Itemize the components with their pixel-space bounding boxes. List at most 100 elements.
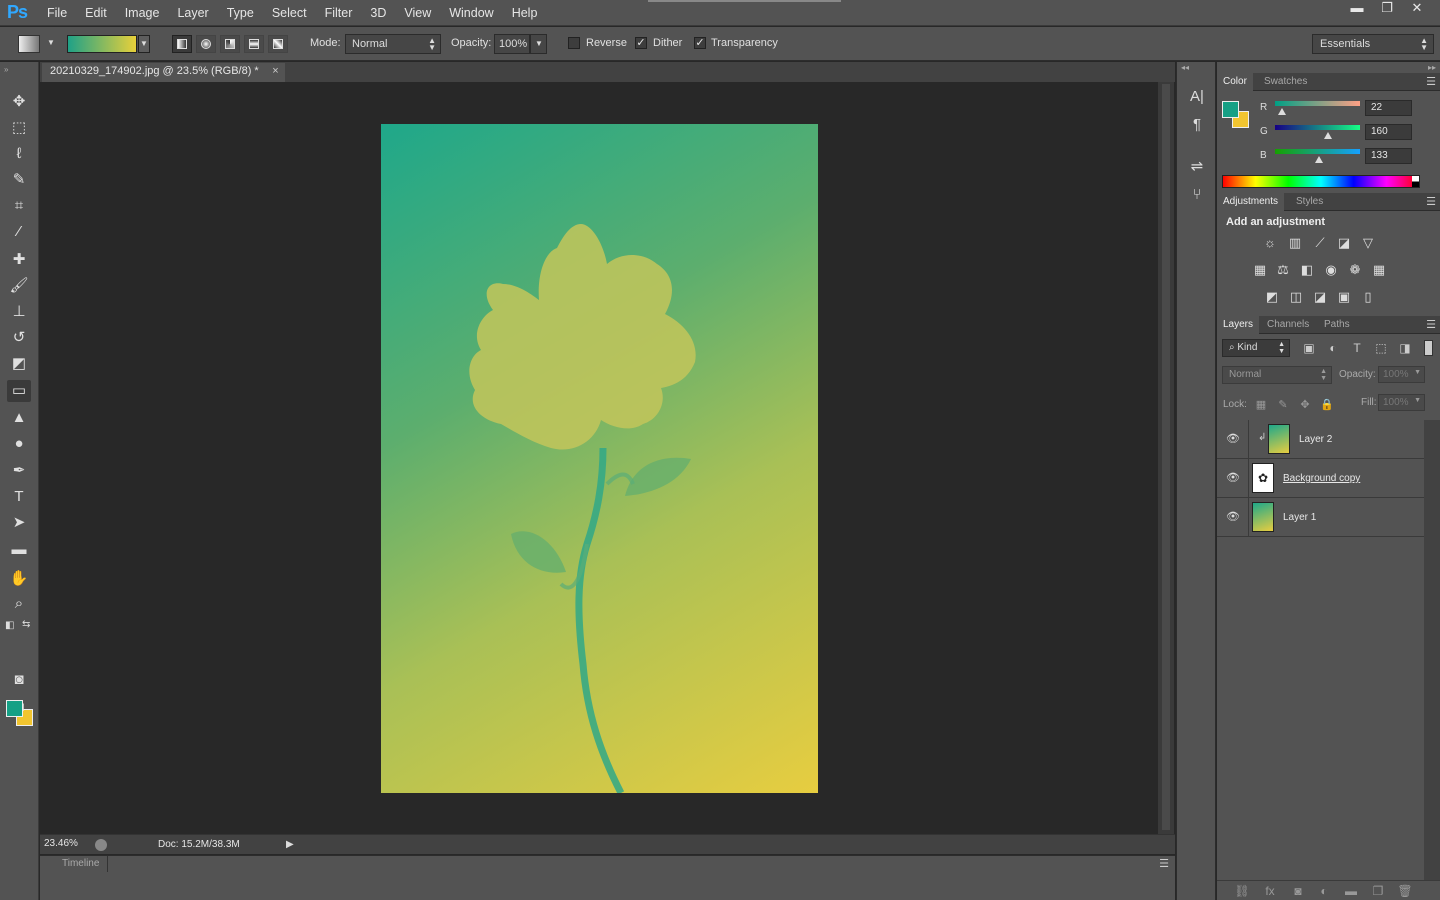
clone-stamp-tool-icon[interactable]: ⊥ [7, 301, 31, 323]
tab-channels[interactable]: Channels [1261, 316, 1315, 334]
foreground-color-swatch[interactable] [6, 700, 23, 717]
zoom-level[interactable]: 23.46% [44, 838, 78, 849]
blue-slider-track[interactable] [1275, 149, 1360, 154]
brush-presets-icon[interactable]: ⑂ [1185, 184, 1209, 206]
tab-styles[interactable]: Styles [1290, 193, 1329, 211]
transparency-checkbox[interactable]: ✓ [694, 37, 706, 49]
threshold-icon[interactable]: ◪ [1311, 289, 1329, 305]
opacity-slider-toggle[interactable]: ▼ [530, 34, 547, 54]
green-slider-track[interactable] [1275, 125, 1360, 130]
brightness-contrast-icon[interactable]: ☼ [1261, 235, 1279, 251]
tab-adjustments[interactable]: Adjustments [1217, 193, 1285, 211]
menu-image[interactable]: Image [116, 5, 169, 21]
fill-field[interactable]: 100% ▼ [1378, 394, 1425, 411]
tool-preset-caret-icon[interactable]: ▼ [47, 38, 55, 47]
vibrance-icon[interactable]: ▽ [1359, 235, 1377, 251]
filter-shape-icon[interactable]: ⬚ [1373, 340, 1389, 356]
marquee-tool-icon[interactable]: ⬚ [7, 117, 31, 139]
healing-brush-tool-icon[interactable]: ✚ [7, 249, 31, 271]
menu-edit[interactable]: Edit [76, 5, 116, 21]
hand-tool-icon[interactable]: ✋ [7, 568, 31, 590]
black-white-ramp[interactable] [1412, 176, 1419, 187]
lock-image-icon[interactable]: ✎ [1276, 398, 1290, 412]
levels-icon[interactable]: ▥ [1286, 235, 1304, 251]
color-panel-foreground-swatch[interactable] [1222, 101, 1239, 118]
adjustments-panel-menu-icon[interactable]: ☰ [1426, 195, 1436, 208]
reverse-checkbox[interactable] [568, 37, 580, 49]
color-spectrum-ramp[interactable] [1222, 175, 1420, 188]
tab-paths[interactable]: Paths [1318, 316, 1356, 334]
menu-filter[interactable]: Filter [316, 5, 362, 21]
new-adjustment-layer-icon[interactable]: ◐ [1315, 883, 1333, 899]
menu-window[interactable]: Window [440, 5, 502, 21]
paragraph-panel-icon[interactable]: ¶ [1185, 114, 1209, 136]
channel-mixer-icon[interactable]: ❁ [1346, 262, 1364, 278]
linear-gradient-button[interactable] [172, 35, 192, 53]
layer-name[interactable]: Layer 1 [1283, 512, 1316, 523]
layer-name[interactable]: Layer 2 [1299, 434, 1332, 445]
status-info-icon[interactable] [95, 839, 107, 851]
document-canvas[interactable] [381, 124, 818, 793]
eraser-tool-icon[interactable]: ◩ [7, 353, 31, 375]
default-colors-icon[interactable]: ◧ [5, 620, 14, 631]
menu-type[interactable]: Type [218, 5, 263, 21]
filter-adjustment-icon[interactable]: ◐ [1325, 340, 1341, 356]
gradient-editor-swatch[interactable] [67, 35, 137, 53]
color-lookup-icon[interactable]: ▦ [1370, 262, 1388, 278]
pen-tool-icon[interactable]: ✒ [7, 460, 31, 482]
opacity-field[interactable]: 100% [494, 34, 530, 54]
eyedropper-tool-icon[interactable]: ⁄ [7, 221, 31, 243]
filter-type-icon[interactable]: T [1349, 340, 1365, 356]
invert-icon[interactable]: ◩ [1263, 289, 1281, 305]
blue-value-field[interactable]: 133 [1365, 148, 1412, 164]
close-document-icon[interactable]: × [272, 65, 278, 77]
zoom-tool-icon[interactable]: ⌕ [7, 593, 31, 615]
menu-layer[interactable]: Layer [168, 5, 217, 21]
color-balance-icon[interactable]: ⚖ [1274, 262, 1292, 278]
add-mask-icon[interactable]: ◙ [1289, 883, 1307, 899]
gradient-picker-arrow-icon[interactable]: ▼ [138, 35, 150, 53]
dodge-tool-icon[interactable]: ● [7, 433, 31, 455]
layer-name[interactable]: Background copy [1283, 473, 1360, 484]
visibility-eye-icon[interactable]: 👁 [1226, 432, 1240, 445]
move-tool-icon[interactable]: ✥ [7, 91, 31, 113]
new-layer-icon[interactable]: ❐ [1369, 883, 1387, 899]
gradient-map-icon[interactable]: ▣ [1335, 289, 1353, 305]
menu-view[interactable]: View [395, 5, 440, 21]
lasso-tool-icon[interactable]: ℓ [7, 143, 31, 165]
color-panel-menu-icon[interactable]: ☰ [1426, 75, 1436, 88]
lock-all-icon[interactable]: 🔒 [1320, 398, 1334, 412]
layer-row-layer-2[interactable]: 👁 ↲ Layer 2 [1217, 420, 1424, 459]
posterize-icon[interactable]: ◫ [1287, 289, 1305, 305]
vertical-scrollbar[interactable] [1158, 82, 1174, 834]
layer-filter-select[interactable]: ⌕ Kind ▲ ▼ [1222, 339, 1290, 357]
filter-pixel-icon[interactable]: ▣ [1301, 340, 1317, 356]
red-slider-track[interactable] [1275, 101, 1360, 106]
properties-panel-icon[interactable]: ⇌ [1185, 156, 1209, 178]
character-panel-icon[interactable]: A| [1185, 86, 1209, 108]
reflected-gradient-button[interactable] [244, 35, 264, 53]
lock-position-icon[interactable]: ✥ [1298, 398, 1312, 412]
quick-selection-tool-icon[interactable]: ✎ [7, 169, 31, 191]
minimize-button[interactable]: ▬ [1342, 0, 1372, 18]
tab-color[interactable]: Color [1217, 73, 1253, 91]
menu-select[interactable]: Select [263, 5, 316, 21]
gradient-tool-icon[interactable]: ▭ [7, 380, 31, 402]
brush-tool-icon[interactable]: 🖌 [7, 275, 31, 297]
status-menu-arrow-icon[interactable]: ▶ [286, 839, 294, 850]
green-slider-knob[interactable] [1324, 132, 1333, 139]
curves-icon[interactable]: ⟋ [1311, 235, 1329, 251]
green-value-field[interactable]: 160 [1365, 124, 1412, 140]
vertical-scroll-thumb[interactable] [1162, 84, 1170, 830]
filter-toggle-switch[interactable] [1424, 340, 1433, 356]
mode-select[interactable]: Normal ▲ ▼ [345, 34, 441, 54]
path-selection-tool-icon[interactable]: ➤ [7, 512, 31, 534]
dock-collapse-icon[interactable]: ◂◂ [1181, 63, 1189, 72]
lock-transparent-icon[interactable]: ▦ [1254, 398, 1268, 412]
tab-swatches[interactable]: Swatches [1258, 73, 1313, 91]
dither-checkbox[interactable]: ✓ [635, 37, 647, 49]
layers-scrollbar[interactable] [1424, 420, 1440, 880]
tab-layers[interactable]: Layers [1217, 316, 1260, 334]
timeline-menu-icon[interactable]: ☰ [1159, 857, 1169, 870]
crop-tool-icon[interactable]: ⌗ [7, 195, 31, 217]
